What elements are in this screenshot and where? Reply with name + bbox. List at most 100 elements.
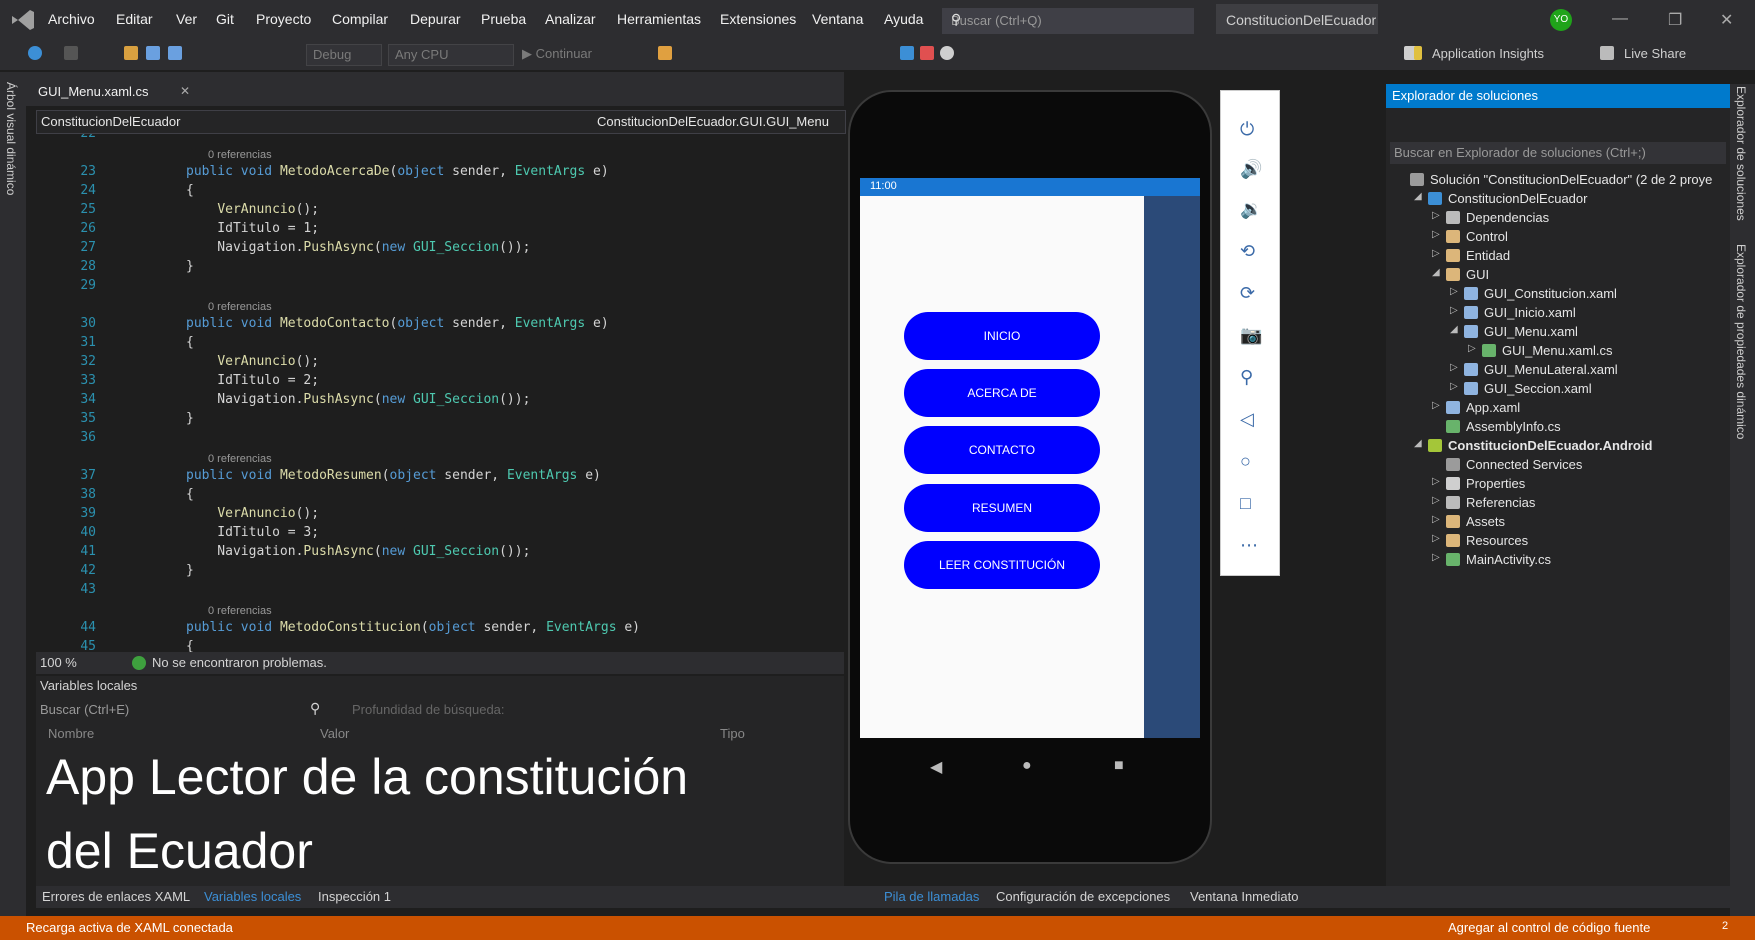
tree-item[interactable]: AssemblyInfo.cs: [1386, 417, 1730, 437]
expand-arrow-icon[interactable]: ▷: [1432, 514, 1440, 525]
android-recents-icon[interactable]: ■: [1114, 757, 1124, 775]
menu-analizar[interactable]: Analizar: [545, 11, 596, 27]
expand-arrow-icon[interactable]: ▷: [1432, 552, 1440, 563]
collapse-arrow-icon[interactable]: ◢: [1414, 191, 1422, 202]
rotate-right-icon[interactable]: ⟳: [1240, 283, 1255, 304]
tree-item[interactable]: ▷ Assets: [1386, 512, 1730, 532]
save-icon[interactable]: [146, 46, 160, 60]
solution-search-input[interactable]: Buscar en Explorador de soluciones (Ctrl…: [1390, 142, 1726, 164]
acerca-de-button[interactable]: ACERCA DE: [904, 369, 1100, 417]
menu-git[interactable]: Git: [216, 11, 234, 27]
tree-item[interactable]: ◢ GUI_Menu.xaml: [1386, 322, 1730, 342]
save-all-icon[interactable]: [168, 46, 182, 60]
live-visual-tree-tab[interactable]: Árbol visual dinámico: [4, 82, 18, 195]
close-button[interactable]: ✕: [1720, 10, 1733, 30]
menu-ver[interactable]: Ver: [176, 11, 197, 27]
menu-ventana[interactable]: Ventana: [812, 11, 863, 27]
menu-editar[interactable]: Editar: [116, 11, 153, 27]
tab-call-stack[interactable]: Pila de llamadas: [884, 889, 979, 904]
expand-arrow-icon[interactable]: ▷: [1432, 476, 1440, 487]
tree-item[interactable]: ◢ ConstitucionDelEcuador.Android: [1386, 436, 1730, 456]
contacto-button[interactable]: CONTACTO: [904, 426, 1100, 474]
tree-item[interactable]: ◢ GUI: [1386, 265, 1730, 285]
tab-xaml-binding-errors[interactable]: Errores de enlaces XAML: [42, 889, 190, 904]
avatar[interactable]: YO: [1550, 9, 1572, 31]
android-home-icon[interactable]: ●: [1022, 757, 1032, 775]
expand-arrow-icon[interactable]: ▷: [1450, 362, 1458, 373]
menu-herramientas[interactable]: Herramientas: [617, 11, 701, 27]
rotate-left-icon[interactable]: ⟲: [1240, 241, 1255, 262]
type-dropdown[interactable]: ConstitucionDelEcuador.GUI.GUI_Menu: [597, 114, 829, 129]
tree-item[interactable]: ▷ Referencias: [1386, 493, 1730, 513]
expand-arrow-icon[interactable]: ▷: [1432, 248, 1440, 259]
tree-item[interactable]: ▷ Entidad: [1386, 246, 1730, 266]
leer-constitucion-button[interactable]: LEER CONSTITUCIÓN: [904, 541, 1100, 589]
tree-item[interactable]: ▷ Dependencias: [1386, 208, 1730, 228]
project-dropdown[interactable]: ConstitucionDelEcuador: [41, 114, 180, 129]
expand-arrow-icon[interactable]: ▷: [1450, 286, 1458, 297]
expand-arrow-icon[interactable]: ▷: [1432, 229, 1440, 240]
tree-item[interactable]: ▷ GUI_MenuLateral.xaml: [1386, 360, 1730, 380]
tree-item[interactable]: ▷ Control: [1386, 227, 1730, 247]
forward-icon[interactable]: [64, 46, 78, 60]
expand-arrow-icon[interactable]: ▷: [1432, 495, 1440, 506]
code-reference-count[interactable]: 0 referencias: [208, 301, 272, 313]
code-reference-count[interactable]: 0 referencias: [208, 605, 272, 617]
open-folder-icon[interactable]: [124, 46, 138, 60]
tab-immediate[interactable]: Ventana Inmediato: [1190, 889, 1298, 904]
menu-depurar[interactable]: Depurar: [410, 11, 461, 27]
tree-item[interactable]: ▷ GUI_Menu.xaml.cs: [1386, 341, 1730, 361]
zoom-icon[interactable]: ⚲: [1240, 367, 1253, 388]
zoom-level[interactable]: 100 %: [40, 655, 77, 670]
tab-watch[interactable]: Inspección 1: [318, 889, 391, 904]
collapse-arrow-icon[interactable]: ◢: [1414, 438, 1422, 449]
tree-item[interactable]: ▷ Properties: [1386, 474, 1730, 494]
source-control-button[interactable]: Agregar al control de código fuente: [1448, 920, 1650, 935]
expand-arrow-icon[interactable]: ▷: [1432, 210, 1440, 221]
camera-icon[interactable]: 📷: [1240, 325, 1262, 346]
stop-icon[interactable]: [920, 46, 934, 60]
locals-search[interactable]: Buscar (Ctrl+E): [40, 702, 129, 717]
expand-arrow-icon[interactable]: ▷: [1468, 343, 1476, 354]
volume-down-icon[interactable]: 🔉: [1240, 199, 1262, 220]
collapse-arrow-icon[interactable]: ◢: [1432, 267, 1440, 278]
android-back-icon[interactable]: ◀: [930, 757, 942, 777]
menu-archivo[interactable]: Archivo: [48, 11, 95, 27]
tree-item[interactable]: ▷ GUI_Inicio.xaml: [1386, 303, 1730, 323]
tree-item[interactable]: ▷ GUI_Constitucion.xaml: [1386, 284, 1730, 304]
collapse-arrow-icon[interactable]: ◢: [1450, 324, 1458, 335]
menu-compilar[interactable]: Compilar: [332, 11, 388, 27]
close-tab-icon[interactable]: ✕: [180, 84, 190, 98]
back-icon[interactable]: [28, 46, 42, 60]
folder-icon[interactable]: [658, 46, 672, 60]
overview-icon[interactable]: □: [1240, 493, 1251, 514]
document-tab[interactable]: GUI_Menu.xaml.cs: [38, 84, 149, 99]
tree-item[interactable]: Connected Services: [1386, 455, 1730, 475]
code-editor[interactable]: 22 0 referencias 23 public void MetodoAcerc…: [36, 134, 844, 652]
expand-arrow-icon[interactable]: ▷: [1432, 533, 1440, 544]
tab-exception-settings[interactable]: Configuración de excepciones: [996, 889, 1170, 904]
platform-select[interactable]: Any CPU: [388, 44, 514, 66]
expand-arrow-icon[interactable]: ▷: [1432, 400, 1440, 411]
volume-up-icon[interactable]: 🔊: [1240, 159, 1262, 180]
global-search-input[interactable]: Buscar (Ctrl+Q) ⚲: [942, 8, 1194, 34]
power-icon[interactable]: ⏻: [1240, 119, 1254, 140]
inicio-button[interactable]: INICIO: [904, 312, 1100, 360]
xaml-hot-reload-status[interactable]: Recarga activa de XAML conectada: [26, 920, 233, 935]
live-share-button[interactable]: Live Share: [1624, 46, 1686, 61]
pause-icon[interactable]: [900, 46, 914, 60]
config-select[interactable]: Debug: [306, 44, 382, 66]
menu-prueba[interactable]: Prueba: [481, 11, 526, 27]
resumen-button[interactable]: RESUMEN: [904, 484, 1100, 532]
tree-item[interactable]: ▷ App.xaml: [1386, 398, 1730, 418]
restart-icon[interactable]: [940, 46, 954, 60]
tree-item[interactable]: Solución "ConstitucionDelEcuador" (2 de …: [1386, 170, 1730, 190]
menu-ayuda[interactable]: Ayuda: [884, 11, 923, 27]
menu-extensiones[interactable]: Extensiones: [720, 11, 796, 27]
continue-button[interactable]: ▶ Continuar: [522, 46, 592, 62]
maximize-button[interactable]: ❐: [1668, 10, 1682, 30]
tab-live-property-explorer[interactable]: Explorador de propiedades dinámico: [1734, 244, 1748, 439]
application-insights-button[interactable]: Application Insights: [1432, 46, 1544, 61]
tree-item[interactable]: ▷ Resources: [1386, 531, 1730, 551]
back-icon[interactable]: ◁: [1240, 409, 1254, 430]
